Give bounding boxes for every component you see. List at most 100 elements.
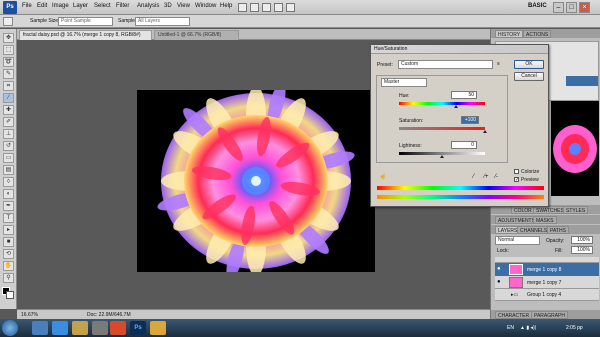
tab-paragraph[interactable]: PARAGRAPH [531, 311, 569, 319]
bridge-icon[interactable] [238, 3, 247, 12]
eraser-tool-icon[interactable]: ▭ [3, 153, 14, 163]
3d-rotate-tool-icon[interactable]: ⟲ [3, 249, 14, 259]
eyedropper-tool-icon[interactable]: ⁄ [3, 93, 14, 103]
path-selection-tool-icon[interactable]: ▸ [3, 225, 14, 235]
photoshop-taskbar-icon[interactable]: Ps [130, 321, 146, 335]
blend-mode-select[interactable]: Normal [495, 236, 540, 245]
hue-slider-thumb[interactable] [454, 105, 458, 108]
layer-name[interactable]: merge 1 copy 7 [527, 280, 561, 286]
brush-tool-icon[interactable]: ✐ [3, 117, 14, 127]
group-name[interactable]: Group 1 copy 4 [527, 292, 561, 298]
lightness-field[interactable]: 0 [451, 141, 477, 149]
folder-taskbar-icon[interactable] [72, 321, 88, 335]
history-selected-state[interactable] [566, 76, 598, 86]
type-tool-icon[interactable]: T [3, 213, 14, 223]
tab-masks[interactable]: MASKS [533, 216, 557, 224]
close-button[interactable]: × [579, 2, 590, 13]
clock[interactable]: 2:05 pp [566, 325, 583, 331]
tab-color[interactable]: COLOR [511, 206, 535, 214]
workspace-switcher[interactable]: BASIC [528, 3, 547, 9]
hand-tool-icon[interactable]: ✋ [3, 261, 14, 271]
doc-tab-fractal-daisy[interactable]: fractal daisy.psd @ 16.7% (merge 1 copy … [19, 30, 152, 40]
zoom-level-icon[interactable] [262, 3, 271, 12]
blur-tool-icon[interactable]: ◊ [3, 177, 14, 187]
fill-field[interactable]: 100% [571, 246, 593, 254]
healing-brush-tool-icon[interactable]: ✚ [3, 105, 14, 115]
menu-filter[interactable]: Filter [116, 3, 129, 9]
media-player-taskbar-icon[interactable] [92, 321, 108, 335]
saturation-field[interactable]: +100 [461, 116, 479, 124]
language-indicator[interactable]: EN [507, 325, 514, 331]
preset-select[interactable]: Custom [398, 60, 493, 69]
clone-stamp-tool-icon[interactable]: ⊥ [3, 129, 14, 139]
dodge-tool-icon[interactable]: ◐ [3, 189, 14, 199]
colorize-checkbox[interactable] [514, 169, 519, 174]
start-button[interactable] [2, 320, 18, 336]
menu-image[interactable]: Image [52, 3, 69, 9]
menu-3d[interactable]: 3D [164, 3, 172, 9]
ok-button[interactable]: OK [514, 60, 544, 69]
marquee-tool-icon[interactable]: ⬚ [3, 45, 14, 55]
tab-history[interactable]: HISTORY [495, 30, 524, 38]
menu-window[interactable]: Window [195, 3, 216, 9]
cancel-button[interactable]: Cancel [514, 72, 544, 81]
menu-analysis[interactable]: Analysis [137, 3, 159, 9]
visibility-eye-icon[interactable]: ● [497, 279, 501, 285]
preview-checkbox[interactable]: ✓ [514, 177, 519, 183]
doc-tab-untitled[interactable]: Untitled-1 @ 66.7% (RGB/8) [154, 30, 239, 40]
menu-select[interactable]: Select [94, 3, 111, 9]
eyedropper-minus-icon[interactable]: ⁄- [495, 174, 498, 180]
tray-icons[interactable]: ▲ ▮ ◂)) [520, 325, 536, 331]
hue-field[interactable]: 50 [451, 91, 477, 99]
sample-size-select[interactable]: Point Sample [58, 17, 113, 26]
opacity-field[interactable]: 100% [571, 236, 593, 244]
maximize-button[interactable]: □ [566, 2, 577, 13]
menu-help[interactable]: Help [220, 3, 232, 9]
fractal-daisy-artwork[interactable] [137, 90, 375, 272]
minibridge-icon[interactable] [250, 3, 259, 12]
gradient-tool-icon[interactable]: ▤ [3, 165, 14, 175]
visibility-eye-icon[interactable]: ● [497, 266, 501, 272]
internet-explorer-taskbar-icon[interactable] [52, 321, 68, 335]
layer-row[interactable]: ● merge 1 copy 7 [495, 276, 599, 289]
layer-name[interactable]: merge 1 copy 8 [527, 267, 561, 273]
eyedropper-plus-icon[interactable]: ⁄+ [484, 174, 489, 180]
tab-styles[interactable]: STYLES [563, 206, 589, 214]
rotate-view-icon[interactable] [286, 3, 295, 12]
menu-layer[interactable]: Layer [73, 3, 88, 9]
tab-paths[interactable]: PATHS [547, 226, 569, 234]
menu-file[interactable]: File [22, 3, 32, 9]
on-image-adjust-icon[interactable]: ☝ [379, 173, 387, 181]
tab-actions[interactable]: ACTIONS [523, 30, 552, 38]
firefox-taskbar-icon[interactable] [110, 321, 126, 335]
hue-slider-track[interactable] [399, 102, 485, 105]
sample-select[interactable]: All Layers [135, 17, 190, 26]
history-brush-tool-icon[interactable]: ↺ [3, 141, 14, 151]
tab-channels[interactable]: CHANNELS [517, 226, 551, 234]
shape-tool-icon[interactable]: ■ [3, 237, 14, 247]
hand-tool-icon[interactable] [274, 3, 283, 12]
eyedropper-icon[interactable]: ⁄ [473, 174, 474, 180]
eyedropper-tool-preset-icon[interactable] [3, 17, 13, 26]
tab-swatches[interactable]: SWATCHES [533, 206, 567, 214]
navigator-thumbnail[interactable] [551, 101, 599, 196]
lasso-tool-icon[interactable]: ➰ [3, 57, 14, 67]
zoom-readout[interactable]: 16.67% [21, 312, 38, 318]
menu-edit[interactable]: Edit [37, 3, 47, 9]
app-taskbar-icon[interactable] [150, 321, 166, 335]
quick-selection-tool-icon[interactable]: ✎ [3, 69, 14, 79]
background-color-swatch[interactable] [6, 291, 14, 299]
saturation-slider-thumb[interactable] [483, 130, 487, 133]
lightness-slider-thumb[interactable] [440, 155, 444, 158]
saturation-slider-track[interactable] [399, 127, 485, 130]
explorer-taskbar-icon[interactable] [32, 321, 48, 335]
tab-character[interactable]: CHARACTER [495, 311, 533, 319]
layer-row-selected[interactable]: ● merge 1 copy 8 [495, 263, 599, 276]
crop-tool-icon[interactable]: ⌗ [3, 81, 14, 91]
menu-view[interactable]: View [177, 3, 190, 9]
minimize-button[interactable]: – [553, 2, 564, 13]
move-tool-icon[interactable]: ✥ [3, 33, 14, 43]
tab-adjustments[interactable]: ADJUSTMENTS [495, 216, 538, 224]
zoom-tool-icon[interactable]: ⚲ [3, 273, 14, 283]
preset-options-icon[interactable]: ≡ [497, 61, 500, 67]
